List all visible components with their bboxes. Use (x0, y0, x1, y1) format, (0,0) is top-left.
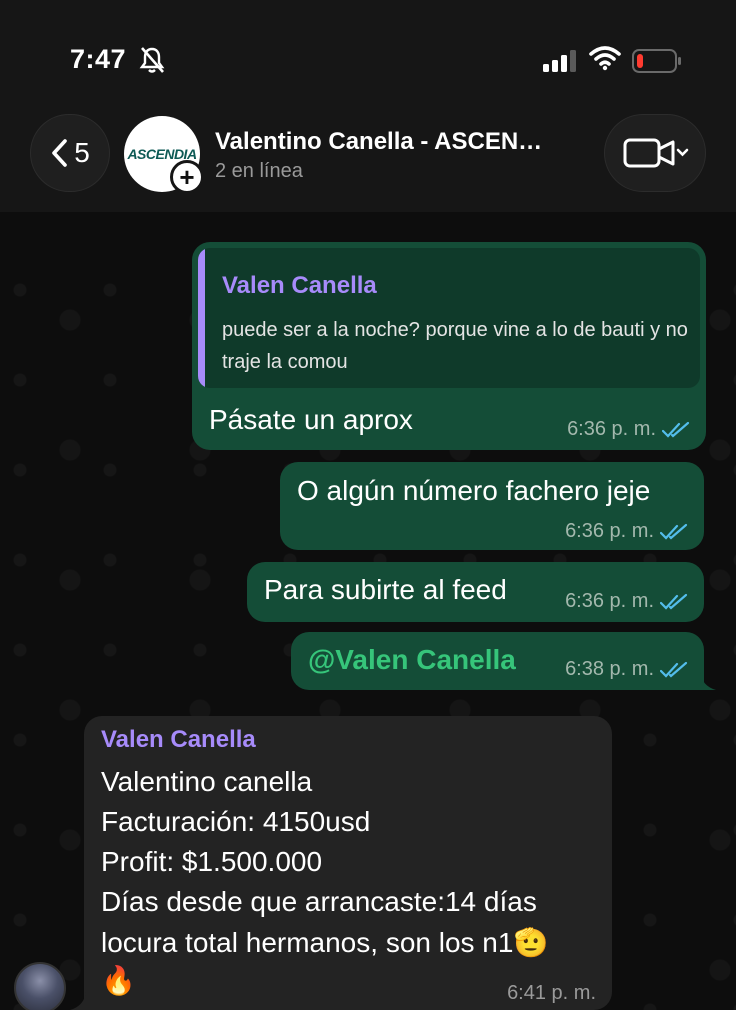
message-bubble-outgoing[interactable]: O algún número fachero jeje 6:36 p. m. (280, 462, 704, 550)
sender-name[interactable]: Valen Canella (101, 726, 256, 754)
double-check-read-icon (660, 661, 688, 678)
status-bar: 7:47 (0, 0, 736, 100)
double-check-read-icon (660, 523, 688, 540)
bubble-tail (700, 672, 716, 690)
battery-low-icon (632, 49, 681, 73)
add-participant-icon[interactable]: + (170, 160, 204, 194)
message-bubble-outgoing[interactable]: @Valen Canella 6:38 p. m. (291, 632, 704, 690)
back-button[interactable]: 5 (30, 114, 110, 192)
wifi-icon (589, 46, 621, 71)
message-text: Pásate un aprox (209, 404, 413, 435)
message-line: Valentino canella (101, 766, 313, 797)
message-meta: 6:41 p. m. (507, 982, 596, 1005)
message-text: O algún número fachero jeje (297, 475, 651, 506)
message-bubble-incoming[interactable]: Valen Canella Valentino canella Facturac… (84, 716, 612, 1010)
bell-muted-icon (139, 47, 165, 73)
double-check-read-icon (662, 421, 690, 438)
message-meta: 6:38 p. m. (565, 658, 688, 681)
message-line: 🔥 (101, 965, 136, 996)
message-line: locura total hermanos, son los n1🫡 (101, 927, 549, 958)
message-time: 6:41 p. m. (507, 982, 596, 1004)
unread-count: 5 (74, 137, 90, 168)
video-call-button[interactable] (604, 114, 706, 192)
message-meta: 6:36 p. m. (565, 590, 688, 613)
message-bubble-outgoing[interactable]: Para subirte al feed 6:36 p. m. (247, 562, 704, 622)
message-bubble-outgoing[interactable]: Valen Canella puede ser a la noche? porq… (192, 242, 706, 450)
quoted-author: Valen Canella (222, 272, 377, 299)
cellular-signal-icon (543, 50, 576, 72)
message-text: Para subirte al feed (264, 574, 507, 605)
double-check-read-icon (660, 593, 688, 610)
chat-title[interactable]: Valentino Canella - ASCEN… (215, 128, 542, 156)
quoted-text: puede ser a la noche? porque vine a lo d… (222, 319, 688, 373)
mention-link[interactable]: @Valen Canella (308, 644, 516, 676)
video-camera-icon (623, 138, 689, 168)
bubble-tail (70, 992, 86, 1010)
message-time: 6:38 p. m. (565, 658, 654, 680)
message-line: Días desde que arrancaste:14 días (101, 886, 537, 917)
quoted-message[interactable]: Valen Canella puede ser a la noche? porq… (198, 248, 700, 388)
chat-header: 5 ASCENDIA + Valentino Canella - ASCEN… … (0, 100, 736, 212)
chat-subtitle: 2 en línea (215, 160, 303, 182)
message-meta: 6:36 p. m. (565, 520, 688, 543)
message-line: Profit: $1.500.000 (101, 846, 323, 877)
status-time: 7:47 (70, 44, 127, 74)
chevron-left-icon (52, 139, 68, 167)
message-time: 6:36 p. m. (565, 590, 654, 612)
quote-accent-bar (198, 248, 205, 388)
message-line: Facturación: 4150usd (101, 806, 371, 837)
sender-avatar[interactable] (14, 962, 66, 1010)
message-meta: 6:36 p. m. (567, 418, 690, 441)
message-time: 6:36 p. m. (565, 520, 654, 542)
message-time: 6:36 p. m. (567, 418, 656, 440)
